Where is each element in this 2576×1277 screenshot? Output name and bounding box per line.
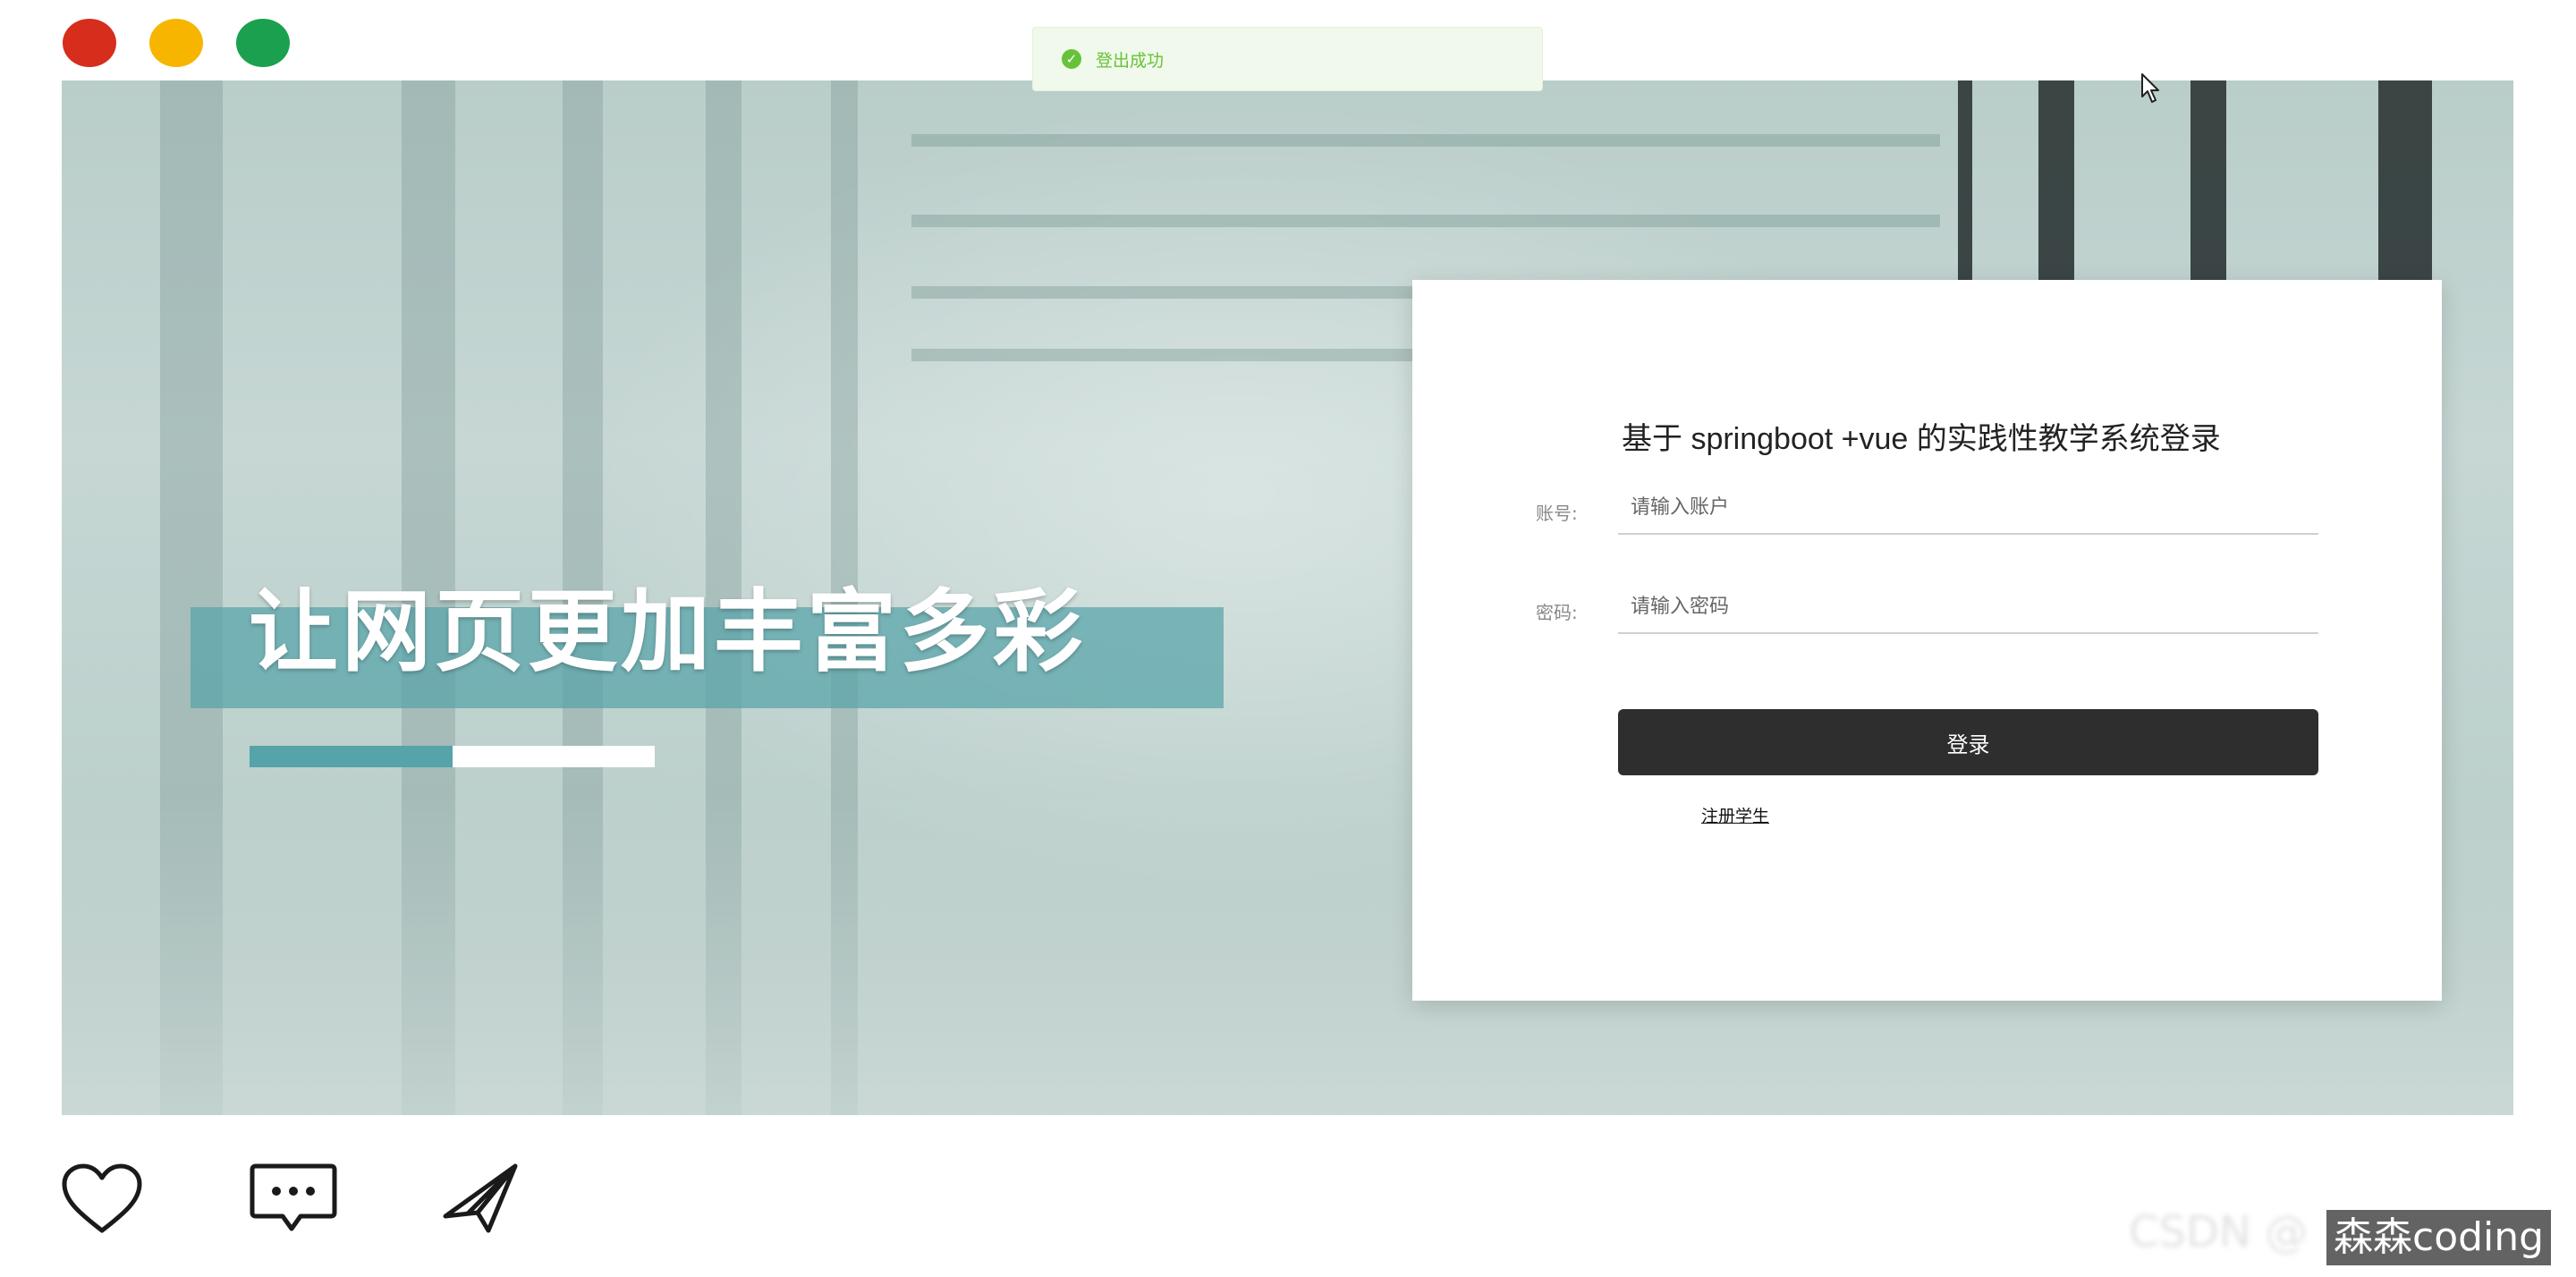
blurred-watermark: CSDN @ xyxy=(2129,1207,2309,1257)
login-card: 基于 springboot +vue 的实践性教学系统登录 账号: 密码: 登录… xyxy=(1412,280,2442,1001)
toast-message: 登出成功 xyxy=(1096,50,1165,71)
register-student-link[interactable]: 注册学生 xyxy=(1701,803,1769,827)
window-close-button[interactable] xyxy=(63,19,116,67)
hero-headline: 让网页更加丰富多彩 xyxy=(249,579,1086,684)
heart-icon[interactable] xyxy=(61,1163,143,1236)
comment-icon[interactable] xyxy=(249,1163,338,1234)
login-button[interactable]: 登录 xyxy=(1618,709,2318,775)
hero-progress-fill xyxy=(250,746,453,767)
check-circle-icon: ✓ xyxy=(1062,49,1081,69)
window-maximize-button[interactable] xyxy=(236,19,290,67)
hero-progress-bar xyxy=(250,746,655,767)
send-icon[interactable] xyxy=(442,1163,521,1234)
account-input[interactable] xyxy=(1618,481,2318,535)
success-toast: ✓ 登出成功 xyxy=(1032,27,1543,91)
watermark-label: 森森coding xyxy=(2326,1210,2552,1265)
login-title: 基于 springboot +vue 的实践性教学系统登录 xyxy=(1622,422,2221,456)
mouse-cursor-icon xyxy=(2141,73,2159,103)
password-label: 密码: xyxy=(1536,602,1578,623)
password-input[interactable] xyxy=(1618,580,2318,634)
account-label: 账号: xyxy=(1536,503,1578,524)
window-minimize-button[interactable] xyxy=(149,19,203,67)
